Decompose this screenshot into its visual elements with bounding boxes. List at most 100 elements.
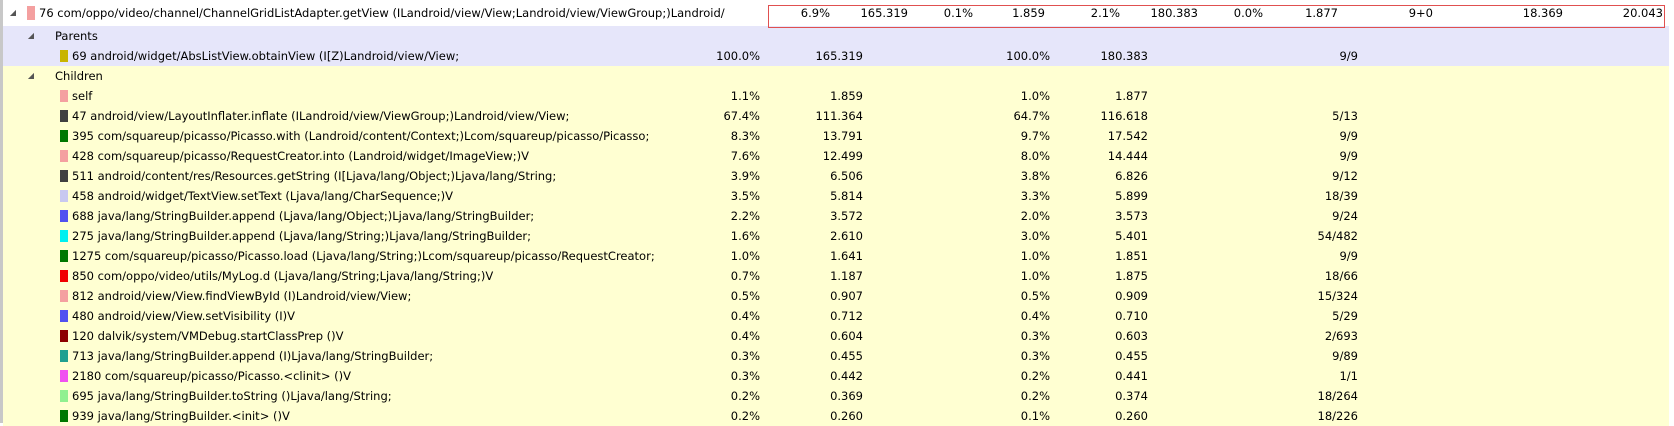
excl-cpu-pct: 0.1% bbox=[943, 6, 973, 20]
excl-real-time: 1.877 bbox=[1305, 6, 1338, 20]
method-name: 47 android/view/LayoutInflater.inflate (… bbox=[72, 109, 570, 123]
incl-real-pct: 0.2% bbox=[1020, 389, 1050, 403]
incl-cpu-pct: 100.0% bbox=[716, 49, 760, 63]
method-color-swatch bbox=[60, 410, 68, 422]
method-color-swatch bbox=[60, 210, 68, 222]
incl-real-time: 0.603 bbox=[1115, 329, 1148, 343]
incl-real-pct: 64.7% bbox=[1013, 109, 1050, 123]
incl-real-time: 0.374 bbox=[1115, 389, 1148, 403]
calls-fraction: 54/482 bbox=[1317, 229, 1358, 243]
children-label: Children bbox=[55, 69, 103, 83]
child-row[interactable]: 395 com/squareup/picasso/Picasso.with (L… bbox=[3, 126, 1669, 146]
incl-cpu-time: 111.364 bbox=[815, 109, 863, 123]
incl-cpu-pct: 8.3% bbox=[730, 129, 760, 143]
child-row[interactable]: 812 android/view/View.findViewById (I)La… bbox=[3, 286, 1669, 306]
child-row[interactable]: 511 android/content/res/Resources.getStr… bbox=[3, 166, 1669, 186]
calls-recursions: 9+0 bbox=[1408, 6, 1433, 20]
method-name: 120 dalvik/system/VMDebug.startClassPrep… bbox=[72, 329, 344, 343]
child-row[interactable]: 120 dalvik/system/VMDebug.startClassPrep… bbox=[3, 326, 1669, 346]
child-row[interactable]: 47 android/view/LayoutInflater.inflate (… bbox=[3, 106, 1669, 126]
parents-header[interactable]: ◢ Parents bbox=[3, 26, 1669, 46]
incl-real-time: 1.877 bbox=[1115, 89, 1148, 103]
collapse-icon[interactable]: ◢ bbox=[26, 26, 36, 46]
child-row[interactable]: 688 java/lang/StringBuilder.append (Ljav… bbox=[3, 206, 1669, 226]
parent-row[interactable]: 69 android/widget/AbsListView.obtainView… bbox=[3, 46, 1669, 66]
method-color-swatch bbox=[60, 270, 68, 282]
incl-cpu-time: 165.319 bbox=[860, 6, 908, 20]
child-row[interactable]: 275 java/lang/StringBuilder.append (Ljav… bbox=[3, 226, 1669, 246]
child-row[interactable]: 850 com/oppo/video/utils/MyLog.d (Ljava/… bbox=[3, 266, 1669, 286]
excl-cpu-time: 1.859 bbox=[1012, 6, 1045, 20]
method-color-swatch bbox=[60, 350, 68, 362]
incl-real-time: 14.444 bbox=[1107, 149, 1148, 163]
incl-cpu-time: 12.499 bbox=[822, 149, 863, 163]
collapse-icon[interactable]: ◢ bbox=[26, 66, 36, 86]
method-name: self bbox=[72, 89, 93, 103]
method-color-swatch bbox=[60, 250, 68, 262]
calls-fraction: 9/12 bbox=[1332, 169, 1358, 183]
method-color-swatch bbox=[60, 330, 68, 342]
child-row[interactable]: self 1.1% 1.859 1.0% 1.877 bbox=[3, 86, 1669, 106]
incl-real-time: 5.401 bbox=[1115, 229, 1148, 243]
method-name: 695 java/lang/StringBuilder.toString ()L… bbox=[72, 389, 392, 403]
incl-cpu-pct: 6.9% bbox=[800, 6, 830, 20]
method-color-swatch bbox=[60, 190, 68, 202]
incl-real-time: 5.899 bbox=[1115, 189, 1148, 203]
incl-real-time: 1.851 bbox=[1115, 249, 1148, 263]
collapse-icon[interactable]: ◢ bbox=[8, 0, 18, 26]
incl-real-time: 1.875 bbox=[1115, 269, 1148, 283]
child-row[interactable]: 2180 com/squareup/picasso/Picasso.<clini… bbox=[3, 366, 1669, 386]
method-name: 812 android/view/View.findViewById (I)La… bbox=[72, 289, 412, 303]
incl-real-time: 116.618 bbox=[1100, 109, 1148, 123]
incl-cpu-time: 0.369 bbox=[830, 389, 863, 403]
method-name: 76 com/oppo/video/channel/ChannelGridLis… bbox=[39, 6, 725, 20]
method-name: 1275 com/squareup/picasso/Picasso.load (… bbox=[72, 249, 655, 263]
incl-cpu-pct: 67.4% bbox=[723, 109, 760, 123]
incl-cpu-time: 165.319 bbox=[815, 49, 863, 63]
method-name: 713 java/lang/StringBuilder.append (I)Lj… bbox=[72, 349, 434, 363]
incl-real-pct: 2.1% bbox=[1090, 6, 1120, 20]
method-name: 275 java/lang/StringBuilder.append (Ljav… bbox=[72, 229, 532, 243]
method-name: 688 java/lang/StringBuilder.append (Ljav… bbox=[72, 209, 535, 223]
child-row[interactable]: 713 java/lang/StringBuilder.append (I)Lj… bbox=[3, 346, 1669, 366]
method-color-swatch bbox=[60, 150, 68, 162]
incl-cpu-time: 5.814 bbox=[830, 189, 863, 203]
incl-real-time: 0.260 bbox=[1115, 409, 1148, 423]
cpu-time-per-call: 18.369 bbox=[1522, 6, 1563, 20]
incl-real-time: 3.573 bbox=[1115, 209, 1148, 223]
parents-label: Parents bbox=[55, 29, 98, 43]
incl-cpu-pct: 1.0% bbox=[730, 249, 760, 263]
incl-real-pct: 0.4% bbox=[1020, 309, 1050, 323]
incl-real-pct: 1.0% bbox=[1020, 269, 1050, 283]
incl-cpu-pct: 0.2% bbox=[730, 409, 760, 423]
incl-real-time: 0.710 bbox=[1115, 309, 1148, 323]
children-header[interactable]: ◢ Children bbox=[3, 66, 1669, 86]
calls-fraction: 18/39 bbox=[1324, 189, 1358, 203]
method-color-swatch bbox=[60, 50, 68, 62]
method-name: 480 android/view/View.setVisibility (I)V bbox=[72, 309, 296, 323]
incl-real-time: 180.383 bbox=[1150, 6, 1198, 20]
method-name: 850 com/oppo/video/utils/MyLog.d (Ljava/… bbox=[72, 269, 494, 283]
child-row[interactable]: 480 android/view/View.setVisibility (I)V… bbox=[3, 306, 1669, 326]
child-row[interactable]: 1275 com/squareup/picasso/Picasso.load (… bbox=[3, 246, 1669, 266]
child-row[interactable]: 939 java/lang/StringBuilder.<init> ()V 0.… bbox=[3, 406, 1669, 426]
incl-real-pct: 8.0% bbox=[1020, 149, 1050, 163]
incl-cpu-time: 0.604 bbox=[830, 329, 863, 343]
method-color-swatch bbox=[60, 230, 68, 242]
excl-real-pct: 0.0% bbox=[1233, 6, 1263, 20]
incl-real-pct: 0.5% bbox=[1020, 289, 1050, 303]
child-row[interactable]: 428 com/squareup/picasso/RequestCreator.… bbox=[3, 146, 1669, 166]
child-row[interactable]: 695 java/lang/StringBuilder.toString ()L… bbox=[3, 386, 1669, 406]
incl-real-pct: 0.1% bbox=[1020, 409, 1050, 423]
incl-cpu-time: 6.506 bbox=[830, 169, 863, 183]
method-name: 511 android/content/res/Resources.getStr… bbox=[72, 169, 557, 183]
calls-fraction: 9/9 bbox=[1339, 129, 1358, 143]
method-row-selected[interactable]: ◢ 76 com/oppo/video/channel/ChannelGridL… bbox=[3, 0, 1669, 26]
incl-cpu-time: 2.610 bbox=[830, 229, 863, 243]
calls-fraction: 9/89 bbox=[1332, 349, 1358, 363]
incl-cpu-pct: 0.4% bbox=[730, 329, 760, 343]
child-row[interactable]: 458 android/widget/TextView.setText (Lja… bbox=[3, 186, 1669, 206]
incl-real-time: 180.383 bbox=[1100, 49, 1148, 63]
incl-cpu-time: 0.455 bbox=[830, 349, 863, 363]
incl-cpu-time: 1.187 bbox=[830, 269, 863, 283]
